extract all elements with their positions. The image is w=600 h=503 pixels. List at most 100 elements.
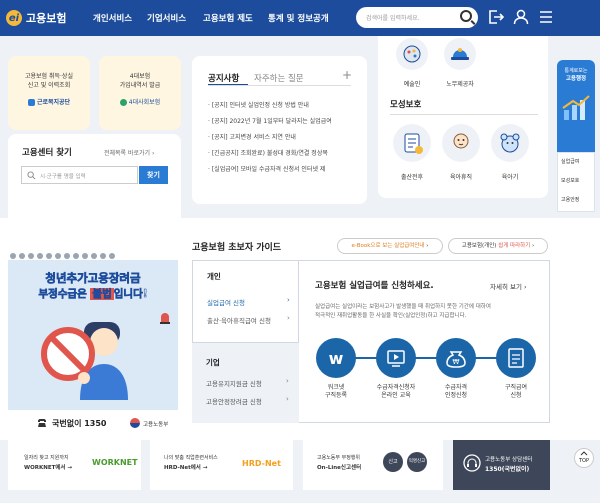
call-center-banner[interactable]: 고용노동부 상담센터 1350(국번없이) (453, 440, 550, 490)
carousel-dot[interactable] (10, 253, 16, 259)
side-link-maternity[interactable]: 모성보호 (561, 177, 579, 184)
notice-more-button[interactable]: + (342, 68, 352, 82)
guide-more-link[interactable]: 자세히 보기 › (490, 281, 527, 291)
artist-icon[interactable] (396, 38, 428, 70)
center-find-link[interactable]: 전체목록 바로가기 › (104, 148, 154, 157)
4insurance-logo-icon (119, 99, 127, 106)
notice-item-text: [공지] 고지변경 서비스 지연 안내 (211, 134, 296, 141)
worker-label: 노무제공자 (446, 81, 474, 88)
nav-insurance-system[interactable]: 고용보험 제도 (203, 12, 253, 24)
step-worknet[interactable]: w (316, 338, 356, 378)
quick-card-1-line2: 신고 및 이력조회 (27, 82, 71, 89)
ebook-button[interactable]: e-Book으로 보는 실업급여안내 › (337, 238, 443, 254)
carousel-dot[interactable] (37, 253, 43, 259)
step-online-edu[interactable] (376, 338, 416, 378)
nav-personal-services[interactable]: 개인서비스 (93, 12, 132, 24)
logo-mark-icon: ei (6, 10, 22, 26)
anonymous-report-button[interactable]: 익명신고 (407, 452, 427, 472)
login-icon[interactable] (488, 9, 504, 25)
guide-item-stability-label: 고용안정장려금 신청 (206, 398, 262, 406)
carousel-dot[interactable] (64, 253, 70, 259)
nav-statistics[interactable]: 통계 및 정보공개 (268, 12, 329, 24)
report-button[interactable]: 신고 (383, 452, 403, 472)
banner-phone: 국번없이 1350 (52, 419, 107, 428)
banner-headline-1: 청년추가고용장려금 (45, 271, 141, 286)
guide-item-unemployment[interactable]: 실업급여 신청 (207, 297, 245, 307)
guide-section: 청년추가고용장려금 부정수급은 불법 입니다! 국번없이 1350 고용노동부 고… (0, 218, 600, 440)
step-job-benefit[interactable] (496, 338, 536, 378)
video-play-icon (387, 350, 405, 367)
step-label-4: 구직급여 신청 (492, 384, 540, 400)
side-link-unemployment[interactable]: 실업급여 (561, 158, 579, 165)
tab-faq[interactable]: 자주하는 질문 (254, 72, 304, 84)
quick-card-insurance-report[interactable]: 고용보험 취득·상실 신고 및 이력조회 근로복지공단 (8, 56, 90, 130)
easy-guide-button[interactable]: 고용보험(개인) 쉽게 따라하기 › (448, 238, 548, 254)
center-find-button[interactable]: 찾기 (139, 166, 168, 184)
carousel-dot[interactable] (46, 253, 52, 259)
quick-card-1-org: 근로복지공단 (36, 99, 71, 106)
top-section: 고용보험 취득·상실 신고 및 이력조회 근로복지공단 4대보험 가입내역서 발… (0, 36, 600, 234)
hrd-banner[interactable]: 나의 맞춤 직업훈련서비스 HRD-Net에서 → HRD-Net (150, 440, 293, 490)
maternity-section-title: 모성보호 (390, 100, 422, 110)
ministry-logo-icon (130, 418, 140, 428)
tab-notice[interactable]: 공지사항 (208, 72, 239, 84)
site-logo[interactable]: ei 고용보험 (6, 8, 66, 28)
carousel-dot[interactable] (82, 253, 88, 259)
notice-item[interactable]: · [공지] 2022년 7월 1일부터 달라지는 실업급여 (208, 114, 354, 130)
guide-item-stability[interactable]: 고용안정장려금 신청 (206, 396, 262, 406)
carousel-dot[interactable] (19, 253, 25, 259)
quick-card-2-line1: 4대보험 (129, 73, 151, 80)
carousel-dot[interactable] (55, 253, 61, 259)
online-report-banner[interactable]: 고용노동부 부정행위 On-Line신고센터 신고 익명신고 (303, 440, 443, 490)
carousel-dot[interactable] (109, 253, 115, 259)
company-title: 기업 (206, 358, 220, 367)
chevron-up-icon (580, 451, 588, 456)
step-2-line1: 수급자격신청자 (376, 384, 416, 391)
user-icon[interactable] (513, 9, 529, 25)
company-guide-menu: 기업 고용유지지원금 신청 › 고용안정장려금 신청 › (192, 343, 299, 423)
notice-item[interactable]: · [긴급공지] 조회완료) 불성대 경화/연결 정상복 (208, 146, 354, 162)
carousel-dot[interactable] (73, 253, 79, 259)
step-qualification[interactable]: ₩ (436, 338, 476, 378)
carousel-dot[interactable] (28, 253, 34, 259)
maternity-leave-icon[interactable] (393, 124, 431, 162)
guide-detail-title: 고용보험 실업급여를 신청하세요. (315, 281, 434, 291)
notice-item[interactable]: · [공지] 고지변경 서비스 지연 안내 (208, 130, 354, 146)
childcare-label: 육아기 (501, 174, 519, 181)
menu-icon[interactable] (538, 9, 554, 25)
search-input[interactable]: 검색어를 입력하세요. (356, 7, 478, 28)
statistics-side-tab[interactable]: 통계로보는 고용행정 (557, 60, 595, 152)
guide-item-parental[interactable]: 출산·육아휴직급여 신청 (207, 315, 271, 325)
notice-item[interactable]: · [공지] 인터넷 실업인정 신청 방법 안내 (208, 98, 354, 114)
guide-item-unemployment-label: 실업급여 신청 (207, 299, 245, 307)
promo-banner[interactable]: 청년추가고용장려금 부정수급은 불법 입니다! 국번없이 1350 고용노동부 (8, 260, 178, 436)
worknet-banner[interactable]: 일자리 찾고 지원까지 WORKNET에서 → WORKNET (8, 440, 141, 490)
guide-title: 고용보험 초보자 가이드 (192, 243, 282, 253)
parental-leave-label: 육아휴직 (449, 174, 473, 181)
nav-company-services[interactable]: 기업서비스 (147, 12, 186, 24)
chevron-right-icon: › (286, 377, 289, 385)
quick-card-4insurance[interactable]: 4대보험 가입내역서 발급 4대사회보험 (99, 56, 181, 130)
childcare-icon[interactable] (491, 124, 529, 162)
parental-leave-icon[interactable] (442, 124, 480, 162)
step-label-1: 워크넷 구직등록 (312, 384, 360, 400)
carousel-dot[interactable] (100, 253, 106, 259)
tab-divider (208, 85, 351, 86)
guide-more-label: 자세히 보기 (490, 283, 522, 291)
worknet-logo: WORKNET (92, 458, 138, 467)
no-sign-character-icon (41, 322, 128, 400)
online-line2: On-Line신고센터 (317, 465, 362, 471)
notice-item[interactable]: · [실업급여] 모바일 수급자격 신청서 인터넷 제 (208, 162, 354, 178)
step-1-line1: 워크넷 (327, 384, 345, 391)
guide-item-retention[interactable]: 고용유지지원금 신청 (206, 378, 262, 388)
step-4-line2: 신청 (510, 392, 522, 399)
search-icon[interactable] (460, 10, 472, 22)
carousel-dot[interactable] (91, 253, 97, 259)
center-search-input[interactable]: 시·군구를 명을 입력 (21, 166, 138, 184)
steps-connector (337, 357, 517, 359)
maternity-leave-label: 출산전후 (400, 174, 424, 181)
section-divider (390, 114, 538, 115)
side-link-stability[interactable]: 고용안정 (561, 196, 579, 203)
svg-text:w: w (329, 349, 344, 368)
worker-helmet-icon[interactable] (444, 38, 476, 70)
